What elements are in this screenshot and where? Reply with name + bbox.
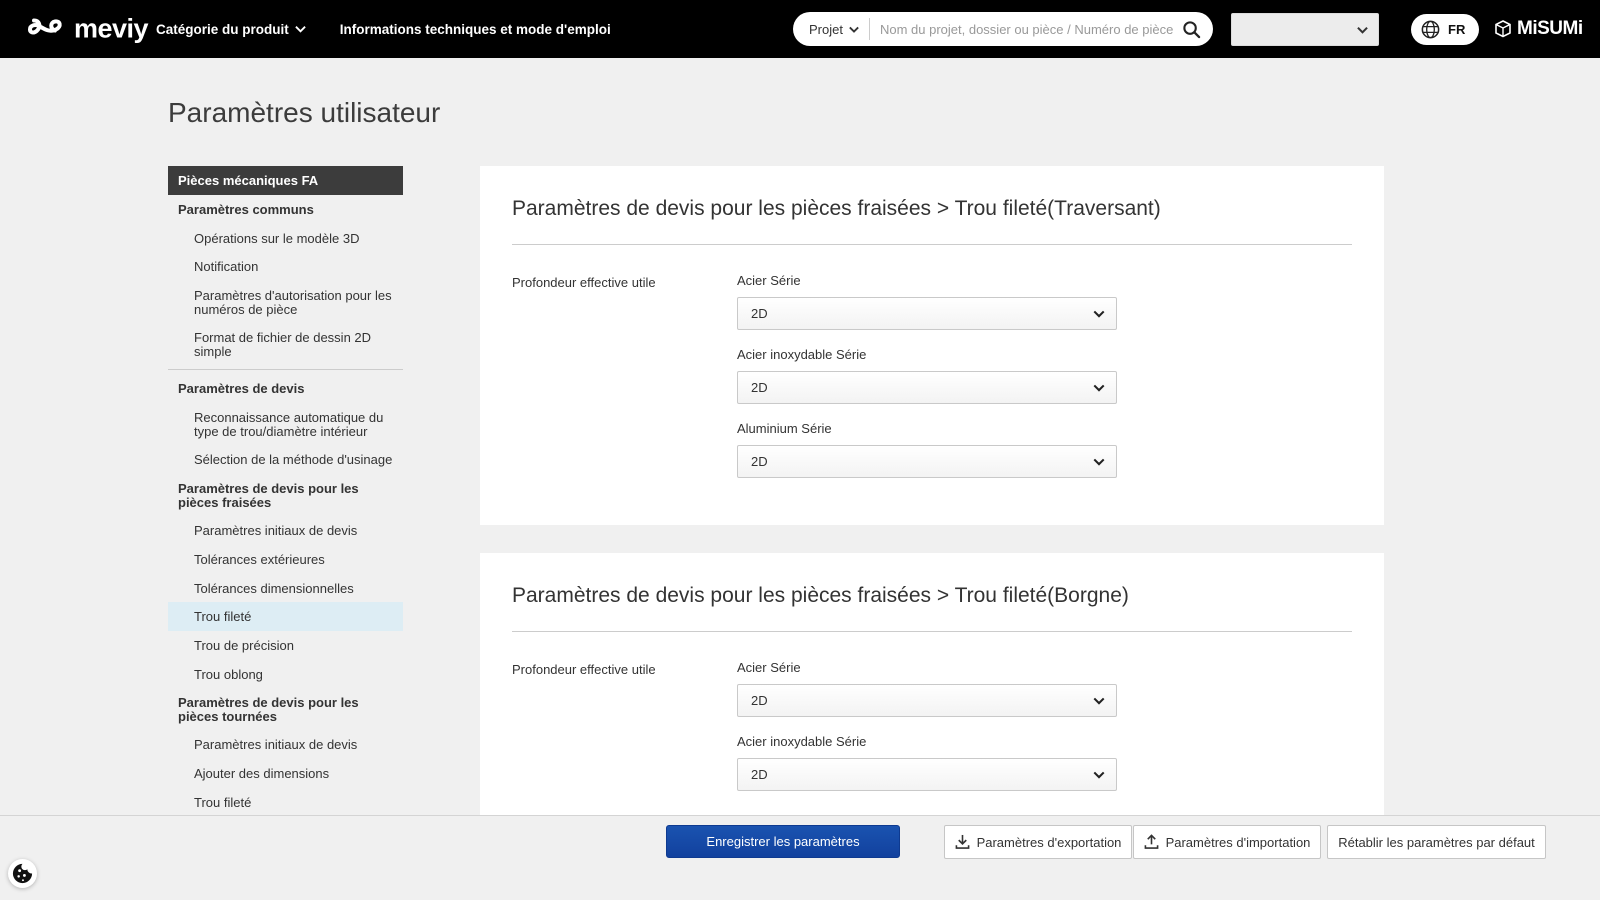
sidebar-item[interactable]: Trou fileté <box>168 788 403 817</box>
card-title: Paramètres de devis pour les pièces frai… <box>512 197 1161 220</box>
globe-icon <box>1421 20 1440 39</box>
search-input[interactable] <box>869 21 1182 37</box>
row-label: Profondeur effective utile <box>512 275 656 290</box>
sidebar-item[interactable]: Opérations sur le modèle 3D <box>168 224 403 253</box>
selected-value: 2D <box>751 306 768 321</box>
series-select[interactable]: 2D <box>737 445 1117 478</box>
sidebar-item[interactable]: Tolérances dimensionnelles <box>168 574 403 603</box>
content-layout: Pièces mécaniques FA Paramètres communs O… <box>168 166 1600 883</box>
page-title: Paramètres utilisateur <box>168 97 441 128</box>
sidebar-item[interactable]: Trou oblong <box>168 660 403 689</box>
chevron-down-icon <box>1093 697 1105 705</box>
series-select[interactable]: 2D <box>737 371 1117 404</box>
search-icon <box>1183 20 1201 38</box>
sidebar-root-pieces-mecaniques-fa[interactable]: Pièces mécaniques FA <box>168 166 403 195</box>
sidebar-section-label[interactable]: Paramètres de devis pour les pièces frai… <box>168 474 403 516</box>
fields: Acier Série 2D Acier inoxydable Série 2D Alu… <box>737 273 1117 495</box>
misumi-brand-text: MiSUMi <box>1517 18 1583 39</box>
field-label: Acier inoxydable Série <box>737 347 867 362</box>
row-label: Profondeur effective utile <box>512 662 656 677</box>
field-label: Acier Série <box>737 660 801 675</box>
fields: Acier Série 2D Acier inoxydable Série 2D <box>737 660 1117 808</box>
top-nav: Catégorie du produit Informations techni… <box>156 0 611 58</box>
search-scope-select[interactable]: Projet <box>809 22 869 37</box>
selected-value: 2D <box>751 454 768 469</box>
action-footer-bar: Enregistrer les paramètres Paramètres d'… <box>0 815 1600 900</box>
form-row: Profondeur effective utile Acier Série 2D… <box>512 660 1352 808</box>
chevron-down-icon <box>1093 384 1105 392</box>
sidebar-item[interactable]: Trou de précision <box>168 631 403 660</box>
selected-value: 2D <box>751 767 768 782</box>
brand-name: meviy <box>74 13 149 44</box>
card-trou-filete-traversant: Paramètres de devis pour les pièces frai… <box>480 166 1384 525</box>
language-code: FR <box>1448 22 1466 37</box>
sidebar-item[interactable]: Tolérances extérieures <box>168 545 403 574</box>
chevron-down-icon <box>1093 310 1105 318</box>
nav-technical-info[interactable]: Informations techniques et mode d'emploi <box>340 22 611 37</box>
card-divider <box>512 631 1352 632</box>
language-selector[interactable]: FR <box>1411 14 1480 45</box>
sidebar-items: Paramètres communs Opérations sur le modè… <box>168 195 403 816</box>
import-settings-button[interactable]: Paramètres d'importation <box>1133 825 1321 859</box>
sidebar-section-label[interactable]: Paramètres communs <box>168 195 403 224</box>
sidebar-item[interactable]: Paramètres initiaux de devis <box>168 730 403 759</box>
form-row: Profondeur effective utile Acier Série 2D… <box>512 273 1352 495</box>
field-label: Aluminium Série <box>737 421 832 436</box>
sidebar-divider <box>168 369 403 371</box>
settings-sidebar: Pièces mécaniques FA Paramètres communs O… <box>168 166 403 816</box>
settings-main-column: Paramètres de devis pour les pièces frai… <box>480 166 1384 883</box>
chevron-down-icon <box>295 26 306 33</box>
export-settings-button[interactable]: Paramètres d'exportation <box>944 825 1132 859</box>
sidebar-item[interactable]: Ajouter des dimensions <box>168 759 403 788</box>
sidebar-item[interactable]: Format de fichier de dessin 2D simple <box>168 323 403 365</box>
cube-icon <box>1495 20 1511 38</box>
sidebar-item[interactable]: Reconnaissance automatique du type de tr… <box>168 403 403 445</box>
save-settings-button[interactable]: Enregistrer les paramètres <box>666 825 900 858</box>
card-title: Paramètres de devis pour les pièces frai… <box>512 584 1129 607</box>
card-divider <box>512 244 1352 245</box>
chevron-down-icon <box>1093 771 1105 779</box>
top-navigation-bar: meviy Catégorie du produit Informations … <box>0 0 1600 58</box>
field-label: Acier inoxydable Série <box>737 734 867 749</box>
search-button[interactable] <box>1182 20 1201 39</box>
meviy-logo-icon <box>27 18 62 34</box>
nav-product-category[interactable]: Catégorie du produit <box>156 22 306 37</box>
sidebar-item[interactable]: Notification <box>168 252 403 281</box>
sidebar-item[interactable]: Paramètres d'autorisation pour les numér… <box>168 281 403 323</box>
series-select[interactable]: 2D <box>737 297 1117 330</box>
meviy-logo[interactable]: meviy <box>26 13 149 45</box>
cookie-consent-button[interactable] <box>8 859 37 888</box>
field-label: Acier Série <box>737 273 801 288</box>
selected-value: 2D <box>751 693 768 708</box>
reset-defaults-button[interactable]: Rétablir les paramètres par défaut <box>1327 825 1546 859</box>
chevron-down-icon <box>1357 26 1368 34</box>
sidebar-item[interactable]: Sélection de la méthode d'usinage <box>168 445 403 474</box>
series-select[interactable]: 2D <box>737 758 1117 791</box>
misumi-logo[interactable]: MiSUMi <box>1494 18 1583 40</box>
cookie-icon <box>12 863 33 884</box>
search-bar: Projet <box>793 12 1213 46</box>
chevron-down-icon <box>849 26 859 33</box>
sidebar-section-label[interactable]: Paramètres de devis pour les pièces tour… <box>168 688 403 730</box>
series-select[interactable]: 2D <box>737 684 1117 717</box>
selected-value: 2D <box>751 380 768 395</box>
chevron-down-icon <box>1093 458 1105 466</box>
download-icon <box>955 834 969 849</box>
sidebar-item[interactable]: Trou fileté <box>168 602 403 631</box>
header-dropdown[interactable] <box>1231 13 1379 46</box>
upload-icon <box>1144 834 1158 849</box>
sidebar-item[interactable]: Paramètres initiaux de devis <box>168 516 403 545</box>
sidebar-section-label[interactable]: Paramètres de devis <box>168 374 403 403</box>
